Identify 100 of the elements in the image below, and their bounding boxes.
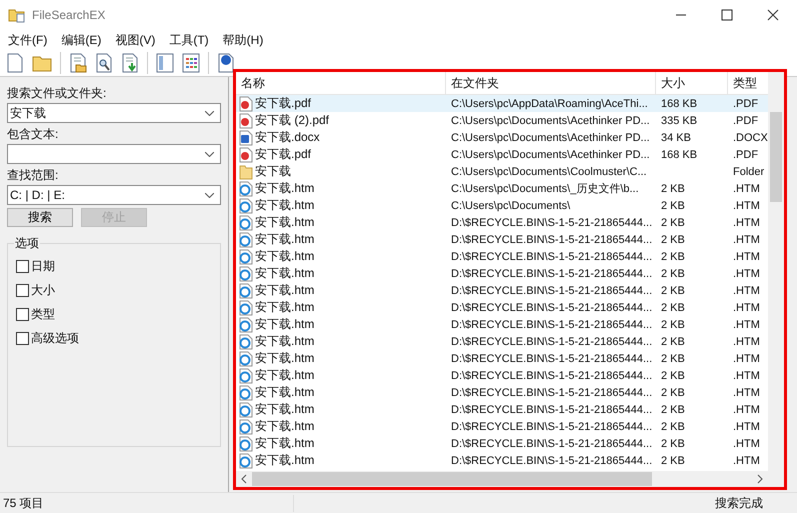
file-name: 安下载.htm	[255, 384, 314, 401]
checkbox[interactable]	[16, 260, 29, 272]
result-row[interactable]: 安下载.htm D:\$RECYCLE.BIN\S-1-5-21-21865444... 2 KB .HTM	[236, 214, 768, 231]
checkbox-label: 大小	[31, 282, 55, 298]
folder-icon[interactable]	[32, 54, 52, 72]
file-name: 安下载.htm	[255, 180, 314, 197]
item-count: 75 项目	[0, 494, 294, 512]
menu-item[interactable]: 文件(F)	[8, 32, 48, 48]
folder-path: D:\$RECYCLE.BIN\S-1-5-21-21865444...	[450, 250, 654, 262]
vertical-scrollbar[interactable]	[768, 72, 784, 487]
help-icon[interactable]	[217, 53, 235, 73]
horizontal-scrollbar[interactable]	[236, 471, 768, 487]
result-row[interactable]: 安下载.htm D:\$RECYCLE.BIN\S-1-5-21-21865444... 2 KB .HTM	[236, 367, 768, 384]
chevron-icon	[205, 152, 214, 156]
result-row[interactable]: 安下载.docx C:\Users\pc\Documents\Acethinker PD... 34 KB .DOCX	[236, 129, 768, 146]
file-name: 安下载.htm	[255, 248, 314, 265]
column-header[interactable]: 类型	[728, 72, 768, 94]
web-page-icon	[239, 282, 253, 298]
column-header[interactable]: 名称	[236, 72, 446, 94]
result-row[interactable]: 安下载.pdf C:\Users\pc\AppData\Roaming\AceThi... 168 KB .PDF	[236, 95, 768, 112]
web-page-icon	[239, 452, 253, 468]
file-type: .HTM	[732, 216, 761, 228]
menu-item[interactable]: 工具(T)	[169, 32, 209, 48]
result-row[interactable]: 安下载.htm D:\$RECYCLE.BIN\S-1-5-21-21865444... 2 KB .HTM	[236, 248, 768, 265]
result-row[interactable]: 安下载.htm D:\$RECYCLE.BIN\S-1-5-21-21865444... 2 KB .HTM	[236, 333, 768, 350]
file-type: .HTM	[732, 284, 761, 296]
new-file-icon[interactable]	[6, 53, 24, 73]
web-page-icon	[239, 198, 253, 214]
menu-item[interactable]: 帮助(H)	[222, 32, 264, 48]
file-type: .HTM	[732, 318, 761, 330]
search-icon[interactable]	[95, 53, 113, 73]
folder-path: D:\$RECYCLE.BIN\S-1-5-21-21865444...	[450, 352, 654, 364]
column-header[interactable]: 在文件夹	[446, 72, 656, 94]
column-header[interactable]: 大小	[656, 72, 728, 94]
checkbox[interactable]	[16, 308, 29, 320]
grid-icon[interactable]	[182, 53, 200, 73]
result-row[interactable]: 安下载.pdf C:\Users\pc\Documents\Acethinker PD... 168 KB .PDF	[236, 146, 768, 163]
result-row[interactable]: 安下载 C:\Users\pc\Documents\Coolmuster\C... Folder	[236, 163, 768, 180]
file-size: 168 KB	[660, 98, 698, 110]
menu-item[interactable]: 编辑(E)	[61, 32, 102, 48]
file-name: 安下载.htm	[255, 435, 314, 452]
file-name: 安下载.htm	[255, 231, 314, 248]
result-row[interactable]: 安下载.htm D:\$RECYCLE.BIN\S-1-5-21-21865444... 2 KB .HTM	[236, 350, 768, 367]
checkbox[interactable]	[16, 284, 29, 296]
file-name: 安下载.htm	[255, 367, 314, 384]
file-name-combo[interactable]: 安下载	[7, 103, 221, 123]
pdf-file-icon	[239, 112, 253, 128]
field-label: 搜索文件或文件夹:	[7, 85, 108, 101]
file-size: 2 KB	[660, 454, 686, 466]
web-page-icon	[239, 266, 253, 282]
result-row[interactable]: 安下载.htm D:\$RECYCLE.BIN\S-1-5-21-21865444... 2 KB .HTM	[236, 435, 768, 452]
folder-path: C:\Users\pc\AppData\Roaming\AceThi...	[450, 98, 649, 110]
result-row[interactable]: 安下载.htm C:\Users\pc\Documents\_历史文件\b... 2 KB .HTM	[236, 180, 768, 197]
app-icon	[8, 7, 26, 23]
close-icon[interactable]	[767, 9, 779, 21]
action-button[interactable]: 搜索	[7, 208, 73, 227]
menu-item[interactable]: 视图(V)	[115, 32, 156, 48]
result-row[interactable]: 安下载.htm D:\$RECYCLE.BIN\S-1-5-21-21865444... 2 KB .HTM	[236, 316, 768, 333]
folder-path: D:\$RECYCLE.BIN\S-1-5-21-21865444...	[450, 404, 654, 416]
result-row[interactable]: 安下载.htm D:\$RECYCLE.BIN\S-1-5-21-21865444... 2 KB .HTM	[236, 231, 768, 248]
file-type: .HTM	[732, 454, 761, 466]
result-row[interactable]: 安下载.htm D:\$RECYCLE.BIN\S-1-5-21-21865444... 2 KB .HTM	[236, 418, 768, 435]
maximize-icon[interactable]	[721, 9, 733, 21]
folder-path: C:\Users\pc\Documents\Acethinker PD...	[450, 114, 651, 126]
pdf-file-icon	[239, 146, 253, 162]
file-name: 安下载.htm	[255, 316, 314, 333]
pdf-file-icon	[239, 96, 253, 112]
download-document-icon[interactable]	[121, 53, 139, 73]
folder-path: C:\Users\pc\Documents\Coolmuster\C...	[450, 166, 648, 178]
file-type: .HTM	[732, 386, 761, 398]
result-row[interactable]: 安下载.htm D:\$RECYCLE.BIN\S-1-5-21-21865444... 2 KB .HTM	[236, 265, 768, 282]
folder-path: D:\$RECYCLE.BIN\S-1-5-21-21865444...	[450, 216, 654, 228]
file-type: Folder	[732, 166, 766, 178]
checkbox[interactable]	[16, 332, 29, 344]
result-row[interactable]: 安下载.htm C:\Users\pc\Documents\ 2 KB .HTM	[236, 197, 768, 214]
file-type: .HTM	[732, 200, 761, 212]
web-page-icon	[239, 402, 253, 418]
file-type: .HTM	[732, 268, 761, 280]
text-combo[interactable]	[7, 144, 221, 164]
panel-icon[interactable]	[156, 53, 174, 73]
result-row[interactable]: 安下载 (2).pdf C:\Users\pc\Documents\Acethinker PD... 335 KB .PDF	[236, 112, 768, 129]
folder-path: D:\$RECYCLE.BIN\S-1-5-21-21865444...	[450, 302, 654, 314]
file-name: 安下载 (2).pdf	[255, 112, 330, 129]
file-type: .HTM	[732, 438, 761, 450]
file-name: 安下载.htm	[255, 282, 314, 299]
scope-combo[interactable]: C: | D: | E:	[7, 185, 221, 205]
result-row[interactable]: 安下载.htm D:\$RECYCLE.BIN\S-1-5-21-21865444... 2 KB .HTM	[236, 452, 768, 469]
result-row[interactable]: 安下载.htm D:\$RECYCLE.BIN\S-1-5-21-21865444... 2 KB .HTM	[236, 299, 768, 316]
folder-path: D:\$RECYCLE.BIN\S-1-5-21-21865444...	[450, 420, 654, 432]
web-page-icon	[239, 214, 253, 230]
file-name: 安下载.htm	[255, 452, 314, 469]
file-type: .HTM	[732, 302, 761, 314]
web-page-icon	[239, 368, 253, 384]
result-row[interactable]: 安下载.htm D:\$RECYCLE.BIN\S-1-5-21-21865444... 2 KB .HTM	[236, 401, 768, 418]
folder-path: C:\Users\pc\Documents\Acethinker PD...	[450, 148, 651, 160]
result-row[interactable]: 安下载.htm D:\$RECYCLE.BIN\S-1-5-21-21865444... 2 KB .HTM	[236, 282, 768, 299]
result-row[interactable]: 安下载.htm D:\$RECYCLE.BIN\S-1-5-21-21865444... 2 KB .HTM	[236, 384, 768, 401]
web-page-icon	[239, 316, 253, 332]
file-size: 2 KB	[660, 352, 686, 364]
document-folder-icon[interactable]	[69, 53, 87, 73]
